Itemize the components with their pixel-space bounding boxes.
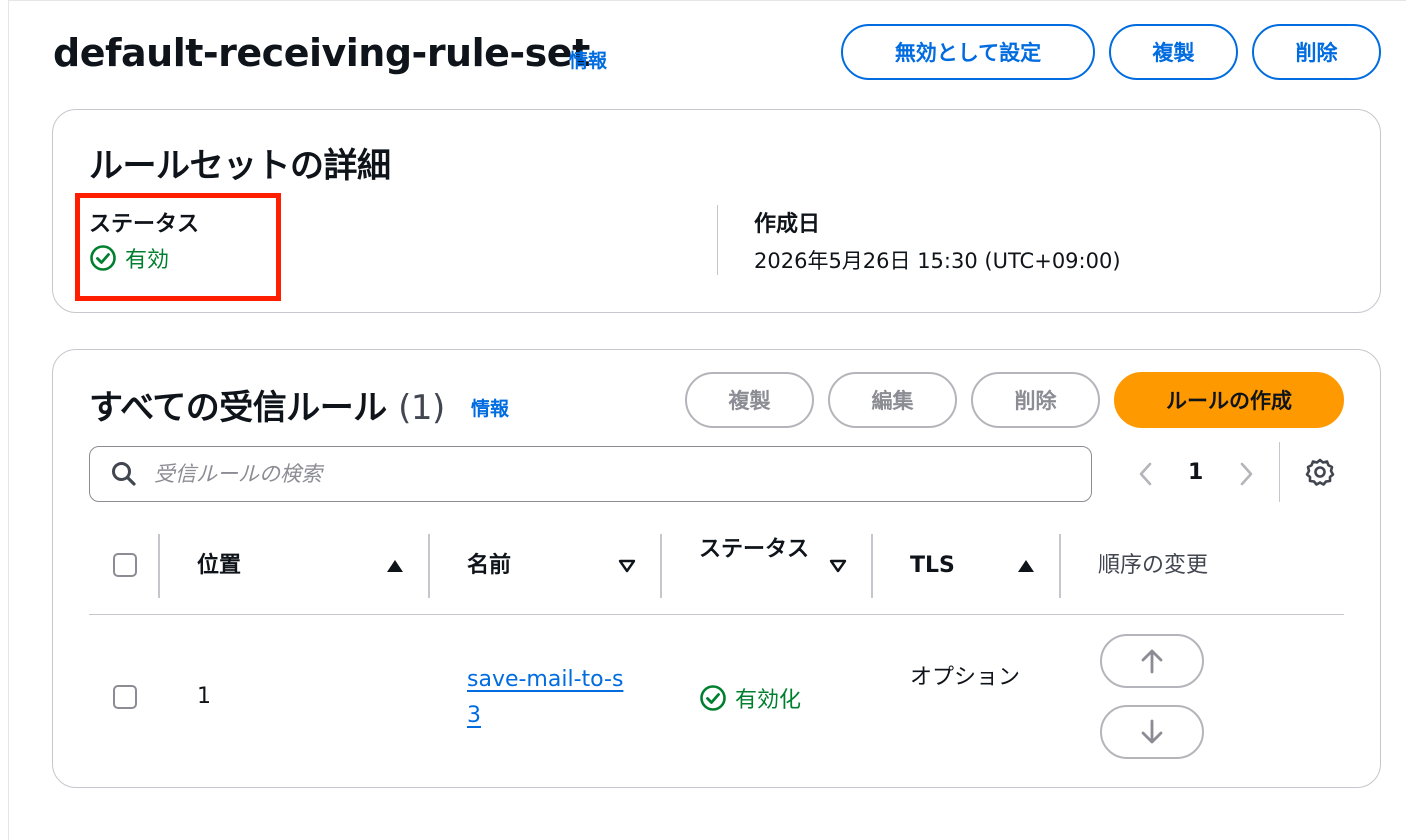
rules-info-link[interactable]: 情報 bbox=[471, 394, 509, 421]
sort-descending-icon[interactable] bbox=[617, 558, 637, 574]
row-status-text: 有効化 bbox=[735, 688, 802, 713]
title-info-link[interactable]: 情報 bbox=[569, 46, 607, 73]
left-border bbox=[8, 0, 9, 840]
arrow-down-icon bbox=[1141, 719, 1163, 744]
row-position: 1 bbox=[197, 684, 211, 709]
created-label: 作成日 bbox=[754, 212, 821, 237]
pager-divider bbox=[1279, 442, 1280, 502]
page-title: default-receiving-rule-set bbox=[53, 31, 590, 75]
created-value: 2026年5月26日 15:30 (UTC+09:00) bbox=[754, 249, 1121, 273]
highlight-box bbox=[75, 193, 281, 301]
column-separator bbox=[660, 534, 662, 598]
select-all-checkbox[interactable] bbox=[113, 553, 137, 577]
chevron-left-icon bbox=[1139, 462, 1152, 486]
chevron-right-icon bbox=[1240, 462, 1253, 486]
row-tls: オプション bbox=[910, 665, 1021, 690]
page: default-receiving-rule-set 情報 無効として設定 複製… bbox=[0, 0, 1406, 840]
sort-ascending-icon[interactable] bbox=[1016, 558, 1036, 574]
column-separator bbox=[428, 534, 430, 598]
delete-rule-button[interactable]: 削除 bbox=[971, 372, 1100, 428]
rule-name-link[interactable]: save-mail-to-s3 bbox=[467, 662, 627, 734]
column-header-name[interactable]: 名前 bbox=[467, 551, 511, 581]
pager-current-page[interactable]: 1 bbox=[1188, 460, 1203, 485]
delete-ruleset-button[interactable]: 削除 bbox=[1252, 24, 1381, 80]
rules-title: すべての受信ルール (1) bbox=[89, 380, 445, 429]
pager-next[interactable] bbox=[1234, 458, 1258, 490]
column-header-status[interactable]: ステータス bbox=[699, 535, 809, 565]
arrow-up-icon bbox=[1141, 649, 1163, 674]
pager-prev[interactable] bbox=[1134, 458, 1158, 490]
column-header-order: 順序の変更 bbox=[1098, 553, 1209, 578]
move-down-button[interactable] bbox=[1100, 705, 1204, 759]
search-input[interactable] bbox=[152, 461, 1056, 487]
move-up-button[interactable] bbox=[1100, 634, 1204, 688]
details-title: ルールセットの詳細 bbox=[89, 146, 391, 186]
row-checkbox[interactable] bbox=[113, 685, 137, 709]
rules-count: (1) bbox=[398, 388, 445, 428]
settings-button[interactable] bbox=[1304, 456, 1336, 488]
sort-descending-icon[interactable] bbox=[828, 558, 848, 574]
top-border bbox=[8, 0, 1406, 1]
column-header-position[interactable]: 位置 bbox=[197, 551, 241, 581]
column-separator bbox=[158, 534, 160, 598]
duplicate-ruleset-button[interactable]: 複製 bbox=[1109, 24, 1238, 80]
search-icon bbox=[112, 462, 136, 486]
search-box[interactable] bbox=[89, 446, 1092, 502]
details-divider bbox=[717, 205, 718, 275]
column-header-tls[interactable]: TLS bbox=[910, 551, 955, 581]
rules-title-text: すべての受信ルール bbox=[89, 388, 387, 428]
row-status: 有効化 bbox=[699, 682, 801, 714]
column-separator bbox=[1059, 534, 1061, 598]
disable-button[interactable]: 無効として設定 bbox=[841, 24, 1095, 80]
gear-icon bbox=[1305, 458, 1335, 486]
edit-rule-button[interactable]: 編集 bbox=[828, 372, 957, 428]
column-separator bbox=[871, 534, 873, 598]
duplicate-rule-button[interactable]: 複製 bbox=[685, 372, 814, 428]
create-rule-button[interactable]: ルールの作成 bbox=[1114, 372, 1344, 428]
header-row-separator bbox=[89, 614, 1344, 615]
check-circle-icon bbox=[700, 685, 726, 711]
sort-ascending-icon[interactable] bbox=[385, 558, 405, 574]
